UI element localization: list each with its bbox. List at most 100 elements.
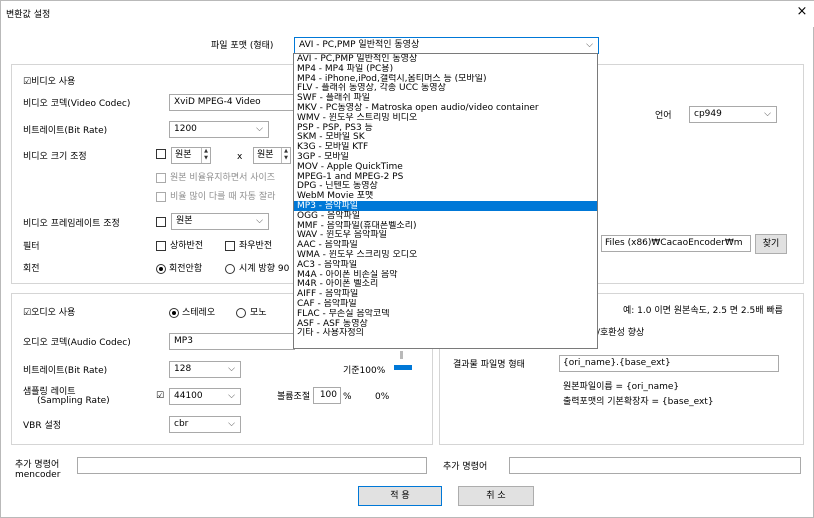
- format-option[interactable]: 3GP - 모바일: [294, 152, 597, 162]
- browse-button[interactable]: 찾기: [755, 234, 787, 254]
- format-option[interactable]: WAV - 윈도우 음악파일: [294, 230, 597, 240]
- video-codec-select[interactable]: XviD MPEG-4 Video: [169, 94, 299, 111]
- volume-unit: %: [343, 392, 352, 402]
- audio-use-checkbox[interactable]: ☑오디오 사용: [23, 307, 75, 319]
- format-option[interactable]: AC3 - 음악파일: [294, 260, 597, 270]
- settings-window: 변환값 설정 × 파일 포맷 (형태) AVI - PC,PMP 일반적인 동영…: [0, 0, 814, 518]
- video-height-value: 원본: [257, 150, 274, 160]
- format-option[interactable]: WMV - 윈도우 스트리밍 비디오: [294, 113, 597, 123]
- framerate-value: 원본: [176, 216, 193, 226]
- filename-field[interactable]: {ori_name}.{base_ext}: [559, 355, 779, 372]
- apply-button[interactable]: 적 용: [358, 486, 442, 506]
- rotate-none-radio[interactable]: [156, 264, 166, 274]
- volume-label: 볼륨조절: [277, 392, 311, 402]
- format-option[interactable]: FLAC - 무손실 음악코덱: [294, 309, 597, 319]
- format-option[interactable]: FLV - 플래쉬 동영상, 각종 UCC 동영상: [294, 83, 597, 93]
- flip-horizontal-checkbox[interactable]: [225, 241, 235, 251]
- compat-note: /호환성 향상: [597, 328, 645, 338]
- video-size-checkbox[interactable]: [156, 149, 166, 159]
- format-option[interactable]: OGG - 음악파일: [294, 211, 597, 221]
- vbr-select[interactable]: cbr ⌵: [169, 416, 241, 433]
- framerate-checkbox[interactable]: [156, 217, 166, 227]
- sampling-value: 44100: [174, 391, 203, 401]
- video-size-label: 비디오 크기 조정: [23, 152, 87, 162]
- close-icon[interactable]: ×: [794, 4, 810, 19]
- filter-label: 필터: [23, 242, 40, 252]
- video-bitrate-select[interactable]: 1200 ⌵: [169, 121, 269, 138]
- format-selected-value: AVI - PC,PMP 일반적인 동영상: [299, 40, 420, 50]
- format-option[interactable]: MP4 - MP4 파일 (PC용): [294, 64, 597, 74]
- title-bar: 변환값 설정 ×: [1, 1, 814, 27]
- format-option[interactable]: MMF - 음악파일(휴대폰벨소리): [294, 221, 597, 231]
- speed-slider[interactable]: [394, 365, 412, 370]
- format-option[interactable]: WebM Movie 포맷: [294, 191, 597, 201]
- output-path-value: Files (x86)₩CacaoEncoder₩m: [605, 238, 743, 248]
- format-option[interactable]: MP4 - iPhone,iPod,갤럭시,옴티머스 등 (모바일): [294, 74, 597, 84]
- extra-command-label: 추가 명령어: [443, 462, 488, 472]
- language-label: 언어: [655, 111, 672, 121]
- language-select[interactable]: cp949 ⌵: [689, 106, 777, 123]
- format-option[interactable]: M4R - 아이폰 벨소리: [294, 279, 597, 289]
- check-icon: ☑: [23, 308, 32, 318]
- volume-percent: 0%: [375, 392, 390, 402]
- chevron-down-icon: ⌵: [586, 40, 593, 50]
- mencoder-extra-input[interactable]: [77, 457, 427, 474]
- format-option[interactable]: CAF - 음악파일: [294, 299, 597, 309]
- sampling-select[interactable]: 44100 ⌵: [169, 388, 241, 405]
- stereo-label: 스테레오: [182, 308, 216, 318]
- format-option[interactable]: AVI - PC,PMP 일반적인 동영상: [294, 54, 597, 64]
- format-option[interactable]: M4A - 아이폰 비손실 음악: [294, 270, 597, 280]
- video-bitrate-value: 1200: [174, 124, 197, 134]
- format-option[interactable]: AIFF - 음악파일: [294, 289, 597, 299]
- format-label: 파일 포맷 (형태): [211, 41, 274, 51]
- stereo-radio[interactable]: [169, 308, 179, 318]
- vbr-value: cbr: [174, 419, 189, 429]
- video-use-checkbox[interactable]: ☑비디오 사용: [23, 76, 75, 88]
- audio-use-label: 오디오 사용: [31, 308, 76, 318]
- extra-command-input[interactable]: [509, 457, 801, 474]
- volume-value: 100: [319, 390, 337, 400]
- speed-note: 예: 1.0 이면 원본속도, 2.5 면 2.5배 빠름: [623, 306, 783, 316]
- filename-help-2: 출력포맷의 기본확장자 = {base_ext}: [563, 397, 714, 407]
- filename-label: 결과물 파일명 형태: [453, 360, 525, 370]
- audio-bitrate-select[interactable]: 128 ⌵: [169, 361, 241, 378]
- volume-field[interactable]: 100: [313, 387, 341, 404]
- spin-arrows-icon[interactable]: ▲ ▼: [281, 148, 290, 163]
- framerate-select[interactable]: 원본 ⌵: [171, 213, 269, 230]
- cancel-button[interactable]: 취 소: [458, 486, 534, 506]
- video-height-stepper[interactable]: 원본 ▲ ▼: [253, 147, 291, 164]
- format-option[interactable]: MOV - Apple QuickTime: [294, 162, 597, 172]
- format-option[interactable]: AAC - 음악파일: [294, 240, 597, 250]
- mono-radio[interactable]: [236, 308, 246, 318]
- vbr-label: VBR 설정: [23, 421, 62, 431]
- sampling-checkbox[interactable]: ☑: [156, 390, 164, 402]
- audio-codec-select[interactable]: MP3: [169, 333, 295, 350]
- chevron-down-icon: ⌵: [228, 419, 235, 429]
- format-dropdown-list: AVI - PC,PMP 일반적인 동영상 MP4 - MP4 파일 (PC용) M…: [293, 53, 598, 349]
- format-select[interactable]: AVI - PC,PMP 일반적인 동영상 ⌵: [294, 37, 599, 54]
- format-option[interactable]: DPG - 닌텐도 동영상: [294, 181, 597, 191]
- rotate-cw-radio[interactable]: [225, 264, 235, 274]
- auto-crop-checkbox[interactable]: [156, 192, 166, 202]
- sampling-sublabel: (Sampling Rate): [37, 396, 110, 406]
- format-option[interactable]: SWF - 플래쉬 파일: [294, 93, 597, 103]
- format-option[interactable]: PSP - PSP, PS3 등: [294, 123, 597, 133]
- mono-label: 모노: [250, 308, 267, 318]
- spin-arrows-icon[interactable]: ▲ ▼: [201, 148, 210, 163]
- format-option[interactable]: 기타 - 사용자정의: [294, 328, 597, 338]
- format-option[interactable]: MPEG-1 and MPEG-2 PS: [294, 172, 597, 182]
- format-option[interactable]: SKM - 모바일 SK: [294, 132, 597, 142]
- format-option[interactable]: K3G - 모바일 KTF: [294, 142, 597, 152]
- rotate-cw-label: 시계 방향 90: [239, 264, 290, 274]
- format-option[interactable]: MKV - PC동영상 - Matroska open audio/video …: [294, 103, 597, 113]
- format-option[interactable]: MP3 - 음악파일: [294, 200, 597, 211]
- keep-ratio-label: 원본 비율유지하면서 사이즈: [170, 173, 276, 183]
- flip-horizontal-label: 좌우반전: [239, 241, 273, 251]
- video-width-stepper[interactable]: 원본 ▲ ▼: [171, 147, 211, 164]
- output-path-field[interactable]: Files (x86)₩CacaoEncoder₩m: [601, 235, 751, 252]
- keep-ratio-checkbox[interactable]: [156, 173, 166, 183]
- flip-vertical-checkbox[interactable]: [156, 241, 166, 251]
- format-option[interactable]: WMA - 윈도우 스크리밍 오디오: [294, 250, 597, 260]
- format-option[interactable]: ASF - ASF 동영상: [294, 319, 597, 329]
- auto-crop-label: 비율 많이 다를 때 자동 잘라: [170, 192, 276, 202]
